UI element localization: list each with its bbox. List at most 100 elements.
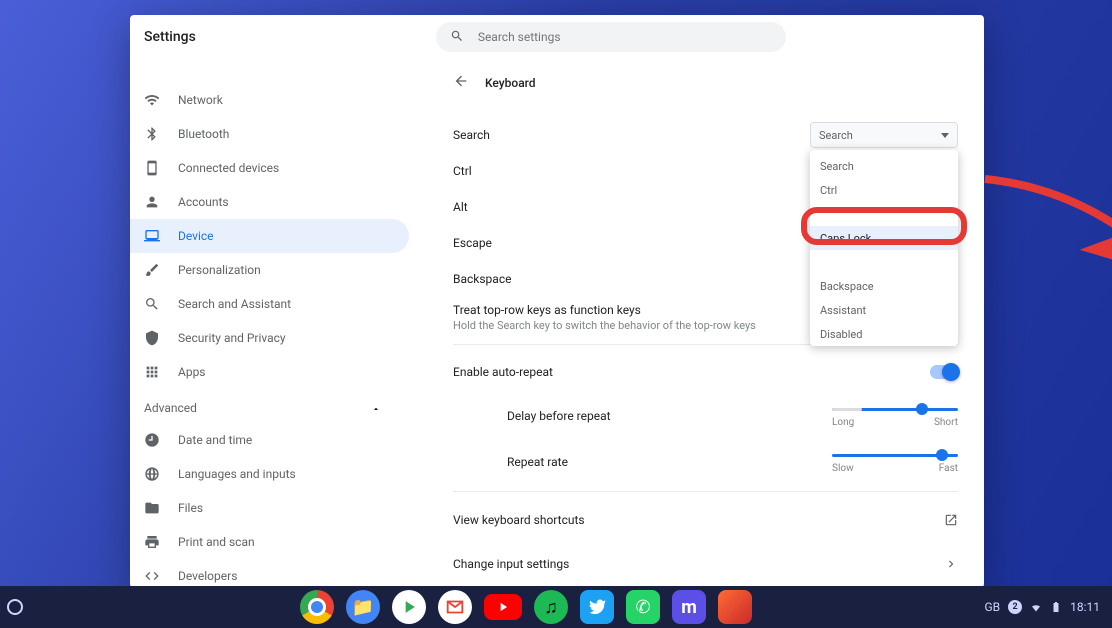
app-title: Settings xyxy=(144,29,196,45)
toggle-auto-repeat[interactable] xyxy=(930,365,958,379)
dropdown-option-capslock[interactable]: Caps Lock xyxy=(810,226,958,250)
search-icon xyxy=(144,296,160,312)
content-pane: Keyboard Search Search Search Ctrl xyxy=(435,59,984,588)
link-view-shortcuts[interactable]: View keyboard shortcuts xyxy=(453,498,958,542)
sidebar-item-files[interactable]: Files xyxy=(130,491,409,525)
clock-icon xyxy=(144,432,160,448)
brush-icon xyxy=(144,262,160,278)
app-chrome[interactable] xyxy=(300,590,334,624)
select-search-key[interactable]: Search xyxy=(810,122,958,148)
search-input[interactable] xyxy=(478,30,772,44)
setting-row-delay: Delay before repeat LongShort xyxy=(453,393,958,439)
link-change-input[interactable]: Change input settings xyxy=(453,542,958,586)
status-time: 18:11 xyxy=(1070,600,1100,614)
shelf: 📁 ♫ ✆ m GB 2 18:11 xyxy=(0,586,1112,628)
dropdown-option-assistant[interactable]: Assistant xyxy=(810,298,958,322)
dropdown-option-disabled[interactable]: Disabled xyxy=(810,322,958,346)
sidebar-item-network[interactable]: Network xyxy=(130,83,409,117)
laptop-icon xyxy=(144,228,160,244)
apps-icon xyxy=(144,364,160,380)
app-whatsapp[interactable]: ✆ xyxy=(626,590,660,624)
setting-label: Enable auto-repeat xyxy=(453,365,553,379)
sidebar-item-developers[interactable]: Developers xyxy=(130,559,409,588)
launcher-icon xyxy=(7,599,23,615)
status-notifications: 2 xyxy=(1008,600,1022,614)
app-spotify[interactable]: ♫ xyxy=(534,590,568,624)
status-lang: GB xyxy=(984,600,1000,614)
caret-down-icon xyxy=(941,133,949,138)
sidebar-item-languages[interactable]: Languages and inputs xyxy=(130,457,409,491)
sidebar-advanced-label: Advanced xyxy=(144,401,197,415)
sidebar-item-label: Bluetooth xyxy=(178,127,229,141)
sidebar-item-bluetooth[interactable]: Bluetooth xyxy=(130,117,409,151)
link-label: Change input settings xyxy=(453,557,569,571)
globe-icon xyxy=(144,466,160,482)
sidebar-item-connected[interactable]: Connected devices xyxy=(130,151,409,185)
app-gmail[interactable] xyxy=(438,590,472,624)
print-icon xyxy=(144,534,160,550)
setting-row-search: Search Search Search Ctrl Caps Lock xyxy=(453,117,958,153)
slider-max-label: Fast xyxy=(939,463,958,474)
slider-delay[interactable] xyxy=(832,408,958,411)
sidebar-item-label: Accounts xyxy=(178,195,229,209)
launcher-button[interactable] xyxy=(0,586,30,628)
sidebar-item-label: Device xyxy=(178,229,214,243)
app-twitter[interactable] xyxy=(580,590,614,624)
slider-rate[interactable] xyxy=(832,454,958,457)
dropdown-option-backspace[interactable]: Backspace xyxy=(810,274,958,298)
divider xyxy=(453,491,958,492)
chevron-up-icon xyxy=(371,403,381,413)
external-link-icon xyxy=(944,513,958,527)
arrow-back-icon xyxy=(453,73,469,89)
sidebar-item-personalization[interactable]: Personalization xyxy=(130,253,409,287)
status-tray[interactable]: GB 2 18:11 xyxy=(984,600,1100,614)
setting-row-auto-repeat: Enable auto-repeat xyxy=(453,351,958,393)
sidebar-item-label: Personalization xyxy=(178,263,261,277)
sidebar-item-accounts[interactable]: Accounts xyxy=(130,185,409,219)
wifi-icon xyxy=(1030,601,1042,613)
folder-icon xyxy=(144,500,160,516)
dropdown-option-ctrl[interactable]: Ctrl xyxy=(810,178,958,202)
setting-label: Delay before repeat xyxy=(507,409,611,423)
sidebar-item-label: Developers xyxy=(178,569,237,583)
person-icon xyxy=(144,194,160,210)
search-icon xyxy=(450,28,464,47)
sidebar-item-security[interactable]: Security and Privacy xyxy=(130,321,409,355)
select-value: Search xyxy=(819,129,853,142)
dropdown-option-search[interactable]: Search xyxy=(810,154,958,178)
app-play[interactable] xyxy=(392,590,426,624)
app-files[interactable]: 📁 xyxy=(346,590,380,624)
window-header: Settings xyxy=(130,15,984,59)
search-box[interactable] xyxy=(436,22,786,52)
sidebar-item-apps[interactable]: Apps xyxy=(130,355,409,389)
app-mastodon[interactable]: m xyxy=(672,590,706,624)
back-button[interactable] xyxy=(453,73,469,93)
setting-row-rate: Repeat rate Slow Fast xyxy=(453,439,958,485)
sidebar-item-search-assistant[interactable]: Search and Assistant xyxy=(130,287,409,321)
sidebar-item-print[interactable]: Print and scan xyxy=(130,525,409,559)
slider-min-label: Slow xyxy=(832,463,854,474)
app-game[interactable] xyxy=(718,590,752,624)
setting-label: Repeat rate xyxy=(507,455,568,469)
app-youtube[interactable] xyxy=(484,594,522,620)
sidebar: Network Bluetooth Connected devices Acco… xyxy=(130,59,435,588)
shield-icon xyxy=(144,330,160,346)
sidebar-item-label: Date and time xyxy=(178,433,252,447)
chevron-right-icon xyxy=(944,557,958,571)
devices-icon xyxy=(144,160,160,176)
sidebar-item-datetime[interactable]: Date and time xyxy=(130,423,409,457)
wifi-icon xyxy=(144,92,160,108)
sidebar-advanced-toggle[interactable]: Advanced xyxy=(130,389,395,423)
link-label: View keyboard shortcuts xyxy=(453,513,585,527)
shelf-apps: 📁 ♫ ✆ m xyxy=(300,590,752,624)
sidebar-item-label: Files xyxy=(178,501,203,515)
sidebar-item-label: Apps xyxy=(178,365,206,379)
settings-window: Settings Network Bluetooth Connected dev… xyxy=(130,15,984,588)
sidebar-item-label: Print and scan xyxy=(178,535,255,549)
sidebar-item-label: Languages and inputs xyxy=(178,467,296,481)
sidebar-item-label: Network xyxy=(178,93,223,107)
battery-icon xyxy=(1050,601,1062,613)
page-title: Keyboard xyxy=(485,76,536,90)
setting-label: Search xyxy=(453,128,810,142)
sidebar-item-device[interactable]: Device xyxy=(130,219,409,253)
